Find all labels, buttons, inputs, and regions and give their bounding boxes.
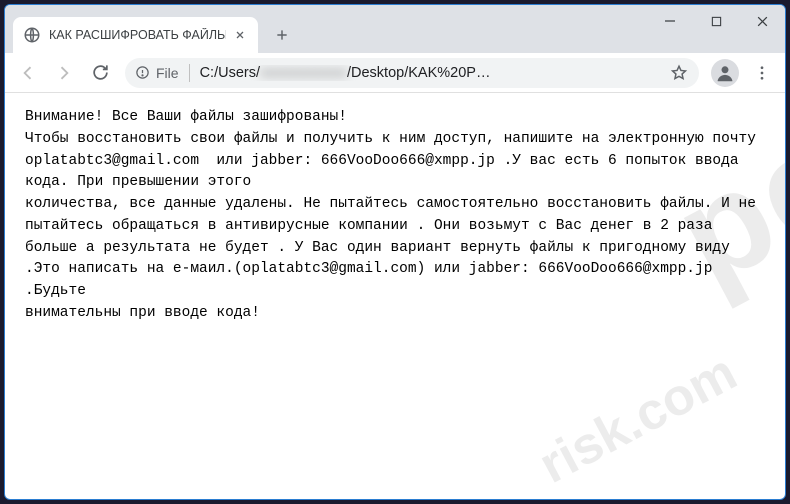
- browser-tab[interactable]: КАК РАСШИФРОВАТЬ ФАЙЛЫ.t: [13, 17, 258, 53]
- separator: [189, 64, 190, 82]
- toolbar: File C:/Users/xxxxxxxxxxxx/Desktop/KAK%2…: [5, 53, 785, 93]
- reload-button[interactable]: [83, 56, 117, 90]
- maximize-button[interactable]: [693, 5, 739, 37]
- bookmark-star-icon[interactable]: [669, 63, 689, 83]
- address-bar[interactable]: File C:/Users/xxxxxxxxxxxx/Desktop/KAK%2…: [125, 58, 699, 88]
- file-scheme-label: File: [156, 65, 179, 81]
- url-text: C:/Users/xxxxxxxxxxxx/Desktop/KAK%20P…: [200, 65, 669, 81]
- back-button[interactable]: [11, 56, 45, 90]
- forward-button[interactable]: [47, 56, 81, 90]
- close-button[interactable]: [739, 5, 785, 37]
- window-controls: [647, 5, 785, 41]
- menu-button[interactable]: [745, 56, 779, 90]
- minimize-button[interactable]: [647, 5, 693, 37]
- tab-title: КАК РАСШИФРОВАТЬ ФАЙЛЫ.t: [49, 28, 226, 42]
- url-prefix: C:/Users/: [200, 65, 260, 81]
- new-tab-button[interactable]: [268, 21, 296, 49]
- url-redacted: xxxxxxxxxxxx: [260, 65, 347, 81]
- titlebar: КАК РАСШИФРОВАТЬ ФАЙЛЫ.t: [5, 5, 785, 53]
- document-body: Внимание! Все Ваши файлы зашифрованы! Чт…: [5, 93, 785, 499]
- browser-window: КАК РАСШИФРОВАТЬ ФАЙЛЫ.t: [4, 4, 786, 500]
- profile-avatar[interactable]: [711, 59, 739, 87]
- globe-icon: [23, 26, 41, 44]
- tab-close-button[interactable]: [232, 27, 248, 43]
- file-scheme-badge: File: [135, 65, 179, 81]
- url-suffix: /Desktop/KAK%20P…: [347, 65, 490, 81]
